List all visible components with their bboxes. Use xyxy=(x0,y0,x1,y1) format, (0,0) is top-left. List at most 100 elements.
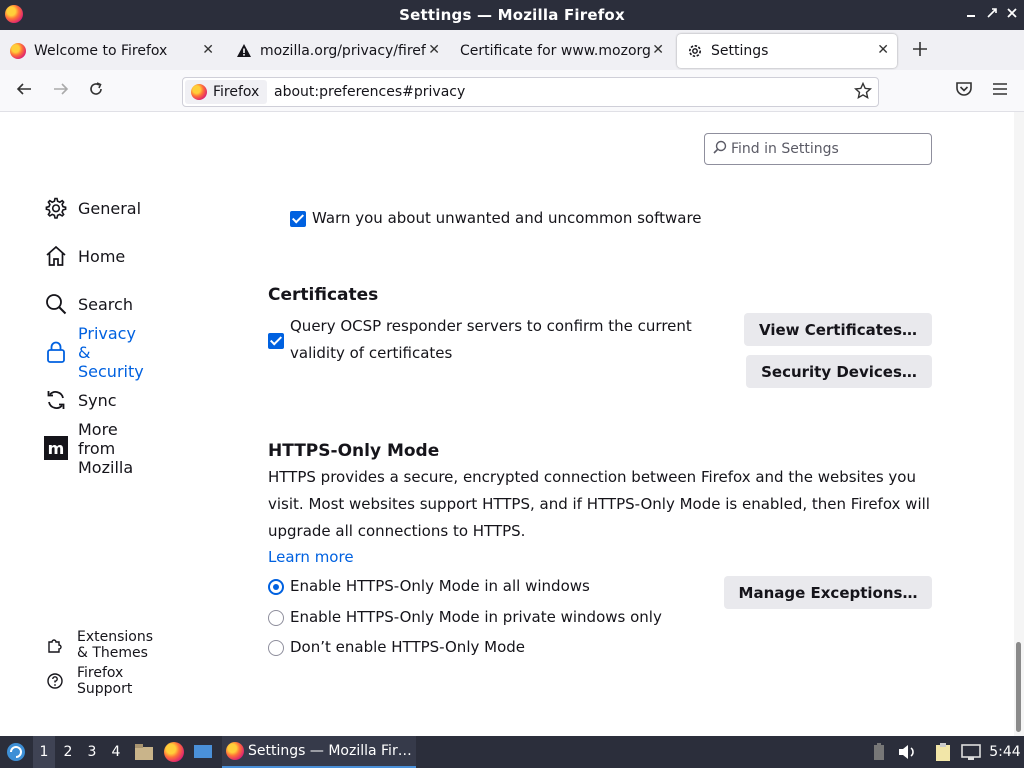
forward-button[interactable] xyxy=(50,80,72,102)
ocsp-label-line1: Query OCSP responder servers to confirm … xyxy=(290,317,692,335)
https-all-windows-label: Enable HTTPS-Only Mode in all windows xyxy=(290,577,590,595)
firefox-icon xyxy=(10,43,26,59)
search-icon xyxy=(44,292,68,316)
pocket-icon xyxy=(956,82,972,96)
speaker-icon xyxy=(899,745,914,759)
minimize-button[interactable] xyxy=(962,5,980,23)
workspace-2[interactable]: 2 xyxy=(57,736,79,768)
tab-certificate[interactable]: Certificate for www.mozorg.m ✕ xyxy=(450,34,672,68)
scrollbar-thumb[interactable] xyxy=(1016,642,1021,732)
sidebar-item-label: Extensions & Themes xyxy=(77,629,154,661)
close-icon[interactable]: ✕ xyxy=(877,42,889,58)
close-icon[interactable]: ✕ xyxy=(428,42,440,58)
warn-unwanted-label: Warn you about unwanted and uncommon sof… xyxy=(312,209,702,227)
battery-indicator[interactable] xyxy=(870,736,888,768)
settings-page: Find in Settings General Home Search Pri… xyxy=(0,112,1014,736)
tab-welcome[interactable]: Welcome to Firefox ✕ xyxy=(0,34,222,68)
ocsp-checkbox[interactable] xyxy=(268,333,284,349)
system-taskbar: 1 2 3 4 Settings — Mozilla Fir… 5:44 xyxy=(0,736,1024,768)
folder-icon xyxy=(135,744,153,760)
url-text[interactable]: about:preferences#privacy xyxy=(274,84,465,100)
lock-icon xyxy=(44,340,68,364)
battery-icon xyxy=(874,743,884,760)
https-disable-label: Don’t enable HTTPS-Only Mode xyxy=(290,638,525,656)
sidebar-item-search[interactable]: Search xyxy=(44,290,133,318)
sidebar-item-home[interactable]: Home xyxy=(44,242,125,270)
https-disable-radio[interactable] xyxy=(268,640,284,656)
identity-label: Firefox xyxy=(213,84,260,100)
close-icon xyxy=(1007,8,1017,18)
maximize-button[interactable] xyxy=(983,5,1001,23)
url-bar[interactable]: Firefox about:preferences#privacy xyxy=(182,77,879,107)
https-private-only-label: Enable HTTPS-Only Mode in private window… xyxy=(290,608,662,626)
desktop-launcher[interactable] xyxy=(192,736,214,768)
sidebar-item-general[interactable]: General xyxy=(44,194,141,222)
warn-unwanted-checkbox[interactable] xyxy=(290,211,306,227)
sidebar-item-more-from-mozilla[interactable]: m More from Mozilla xyxy=(44,420,133,477)
manage-exceptions-button[interactable]: Manage Exceptions… xyxy=(724,576,932,609)
network-indicator[interactable] xyxy=(959,736,983,768)
volume-control[interactable] xyxy=(896,736,918,768)
https-private-only-radio[interactable] xyxy=(268,610,284,626)
start-menu-button[interactable] xyxy=(4,736,28,768)
puzzle-icon xyxy=(46,636,64,654)
https-all-windows-radio[interactable] xyxy=(268,579,284,595)
sidebar-item-sync[interactable]: Sync xyxy=(44,386,117,414)
firefox-launcher[interactable] xyxy=(163,736,185,768)
clipboard-icon xyxy=(936,743,950,761)
close-icon[interactable]: ✕ xyxy=(202,42,214,58)
learn-more-link[interactable]: Learn more xyxy=(268,548,354,566)
tab-strip: Welcome to Firefox ✕ mozilla.org/privacy… xyxy=(0,30,1024,70)
home-icon xyxy=(44,244,68,268)
window-titlebar: Settings — Mozilla Firefox xyxy=(0,0,1024,30)
firefox-icon xyxy=(191,84,207,100)
tab-privacy-policy[interactable]: mozilla.org/privacy/firefo ✕ xyxy=(226,34,448,68)
file-manager-launcher[interactable] xyxy=(133,736,155,768)
monitor-icon xyxy=(194,745,212,758)
https-only-heading: HTTPS-Only Mode xyxy=(268,441,440,461)
clock[interactable]: 5:44 xyxy=(988,736,1022,768)
find-in-settings-input[interactable]: Find in Settings xyxy=(704,133,932,165)
workspace-1[interactable]: 1 xyxy=(33,736,55,768)
taskbar-window-label: Settings — Mozilla Fir… xyxy=(248,743,412,759)
reload-button[interactable] xyxy=(85,80,107,102)
sidebar-item-label: Privacy & Security xyxy=(78,323,144,381)
distro-logo-icon xyxy=(7,743,25,761)
pocket-button[interactable] xyxy=(953,80,975,102)
bookmark-star-icon[interactable] xyxy=(853,81,873,105)
clipboard-indicator[interactable] xyxy=(932,736,954,768)
reload-icon xyxy=(90,82,102,95)
workspace-4[interactable]: 4 xyxy=(105,736,127,768)
sidebar-item-privacy-security[interactable]: Privacy & Security xyxy=(44,324,144,381)
sidebar-item-label: Search xyxy=(78,294,133,314)
sidebar-item-label: Firefox Support xyxy=(77,665,133,697)
taskbar-window-firefox[interactable]: Settings — Mozilla Fir… xyxy=(222,736,416,768)
tab-settings[interactable]: Settings ✕ xyxy=(677,34,897,68)
gear-icon xyxy=(687,43,703,59)
sidebar-item-extensions-themes[interactable]: Extensions & Themes xyxy=(46,629,153,661)
help-icon xyxy=(46,672,64,690)
sidebar-item-firefox-support[interactable]: Firefox Support xyxy=(46,665,132,697)
back-arrow-icon xyxy=(16,83,31,95)
workspace-3[interactable]: 3 xyxy=(81,736,103,768)
search-placeholder: Find in Settings xyxy=(731,141,839,157)
sidebar-item-label: More from Mozilla xyxy=(78,419,134,477)
view-certificates-button[interactable]: View Certificates… xyxy=(744,313,932,346)
firefox-icon xyxy=(226,742,244,760)
ocsp-label-line2: validity of certificates xyxy=(290,344,453,362)
sidebar-item-label: Home xyxy=(78,246,126,266)
back-button[interactable] xyxy=(13,80,35,102)
security-devices-button[interactable]: Security Devices… xyxy=(746,355,932,388)
close-window-button[interactable] xyxy=(1003,5,1021,23)
identity-box[interactable]: Firefox xyxy=(185,80,268,104)
app-menu-button[interactable] xyxy=(989,80,1011,102)
page-scrollbar[interactable] xyxy=(1014,112,1024,736)
new-tab-button[interactable] xyxy=(908,38,932,62)
svg-text:m: m xyxy=(48,439,65,458)
minimize-icon xyxy=(967,15,975,17)
tab-label: Welcome to Firefox xyxy=(34,43,168,59)
hamburger-menu-icon xyxy=(993,83,1007,95)
mozilla-icon: m xyxy=(44,436,68,460)
network-icon xyxy=(961,744,981,760)
close-icon[interactable]: ✕ xyxy=(652,42,664,58)
